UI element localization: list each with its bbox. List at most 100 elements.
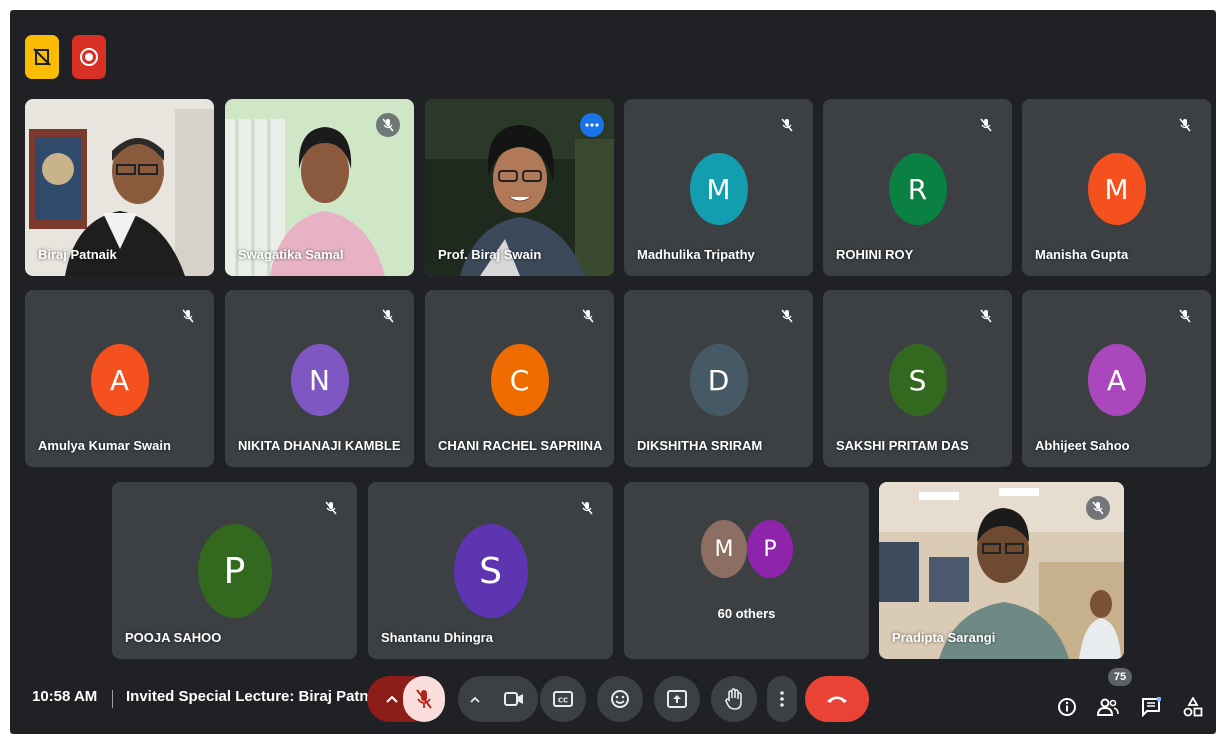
muted-indicator (976, 306, 996, 326)
participant-name: CHANI RACHEL SAPRIINA (438, 438, 603, 453)
muted-indicator (378, 306, 398, 326)
chat-button[interactable] (1138, 694, 1164, 720)
end-call-icon (827, 696, 847, 703)
current-time: 10:58 AM (32, 688, 98, 705)
mic-off-icon (182, 309, 194, 323)
chevron-up-icon (470, 696, 480, 703)
video-tile[interactable]: Pradipta Sarangi (879, 482, 1124, 659)
camera-toggle-button[interactable] (494, 676, 534, 722)
recording-indicator[interactable] (72, 35, 106, 79)
avatar-tile[interactable]: N NIKITA DHANAJI KAMBLE (225, 290, 414, 467)
mic-off-icon (582, 309, 594, 323)
muted-indicator (1175, 306, 1195, 326)
recording-icon (80, 48, 98, 66)
camera-icon (504, 692, 523, 706)
mic-off-icon (416, 689, 432, 709)
avatar: C (490, 344, 549, 416)
muted-indicator (578, 306, 598, 326)
muted-indicator (321, 498, 341, 518)
more-options-button[interactable] (767, 676, 797, 722)
mic-off-icon (781, 118, 793, 132)
present-icon (667, 690, 687, 708)
muted-indicator (1086, 496, 1110, 520)
captions-icon: CC (553, 691, 573, 707)
mic-off-icon (325, 501, 337, 515)
mic-off-icon (781, 309, 793, 323)
activities-button[interactable] (1180, 694, 1206, 720)
participant-name: DIKSHITHA SRIRAM (637, 438, 763, 453)
avatar: M (1087, 153, 1146, 225)
avatar: S (453, 524, 528, 618)
no-presentation-icon (33, 48, 51, 66)
muted-indicator (376, 113, 400, 137)
participant-name: Pradipta Sarangi (892, 630, 996, 645)
avatar-tile[interactable]: A Amulya Kumar Swain (25, 290, 214, 467)
avatar: S (888, 344, 947, 416)
mic-off-icon (1179, 118, 1191, 132)
avatar-tile[interactable]: P POOJA SAHOO (112, 482, 357, 659)
more-options-icon (780, 691, 784, 707)
mic-off-icon (581, 501, 593, 515)
captions-button[interactable]: CC (540, 676, 586, 722)
video-options-chevron[interactable] (462, 676, 488, 722)
mic-off-icon (382, 118, 394, 132)
participant-name: Amulya Kumar Swain (38, 438, 171, 453)
video-tile-active[interactable]: Prof. Biraj Swain (425, 99, 614, 276)
info-icon (1058, 698, 1076, 716)
more-options-button[interactable] (580, 113, 604, 137)
avatar: A (1087, 344, 1146, 416)
microphone-toggle-button[interactable] (403, 676, 445, 722)
participant-name: Biraj Patnaik (38, 247, 117, 262)
video-tile[interactable]: Biraj Patnaik (25, 99, 214, 276)
muted-indicator (178, 306, 198, 326)
avatar: M (689, 153, 748, 225)
muted-indicator (577, 498, 597, 518)
muted-indicator (777, 115, 797, 135)
avatar-tile[interactable]: D DIKSHITHA SRIRAM (624, 290, 813, 467)
emoji-icon (611, 690, 629, 708)
reactions-button[interactable] (597, 676, 643, 722)
people-count-badge: 75 (1108, 668, 1132, 686)
avatar-tile[interactable]: S Shantanu Dhingra (368, 482, 613, 659)
more-horiz-icon (585, 123, 599, 127)
participant-name: Abhijeet Sahoo (1035, 438, 1130, 453)
chat-icon (1142, 697, 1161, 717)
participant-name: Manisha Gupta (1035, 247, 1129, 262)
avatar-tile[interactable]: M Manisha Gupta (1022, 99, 1211, 276)
participant-name: Prof. Biraj Swain (438, 247, 542, 262)
no-presentation-indicator[interactable] (25, 35, 59, 79)
leave-call-button[interactable] (805, 676, 869, 722)
meeting-details-button[interactable] (1054, 694, 1080, 720)
svg-text:CC: CC (558, 697, 568, 705)
others-tile[interactable]: M P 60 others (624, 482, 869, 659)
avatar-tile[interactable]: A Abhijeet Sahoo (1022, 290, 1211, 467)
avatar: D (689, 344, 748, 416)
participant-name: NIKITA DHANAJI KAMBLE (238, 438, 401, 453)
mic-off-icon (980, 309, 992, 323)
avatar: N (290, 344, 349, 416)
avatar: M (701, 520, 747, 578)
meeting-controls-bar: 10:58 AM Invited Special Lecture: Biraj … (10, 664, 1216, 734)
present-button[interactable] (654, 676, 700, 722)
chevron-up-icon (386, 695, 398, 703)
avatar-tile[interactable]: S SAKSHI PRITAM DAS (823, 290, 1012, 467)
avatar-tile[interactable]: C CHANI RACHEL SAPRIINA (425, 290, 614, 467)
mic-off-icon (980, 118, 992, 132)
avatar: A (90, 344, 149, 416)
meet-window: Biraj Patnaik Swagatika Samal Prof. Bira… (10, 10, 1216, 734)
mic-off-icon (1092, 501, 1104, 515)
others-count-label: 60 others (717, 606, 776, 621)
mic-off-icon (1179, 309, 1191, 323)
people-button[interactable] (1095, 694, 1121, 720)
video-tile[interactable]: Swagatika Samal (225, 99, 414, 276)
participant-name: POOJA SAHOO (125, 630, 222, 645)
muted-indicator (777, 306, 797, 326)
avatar: R (888, 153, 947, 225)
avatar-tile[interactable]: R ROHINI ROY (823, 99, 1012, 276)
activities-icon (1183, 697, 1203, 717)
mic-off-icon (382, 309, 394, 323)
participant-name: Madhulika Tripathy (637, 247, 755, 262)
divider (112, 690, 113, 708)
raise-hand-button[interactable] (711, 676, 757, 722)
avatar-tile[interactable]: M Madhulika Tripathy (624, 99, 813, 276)
